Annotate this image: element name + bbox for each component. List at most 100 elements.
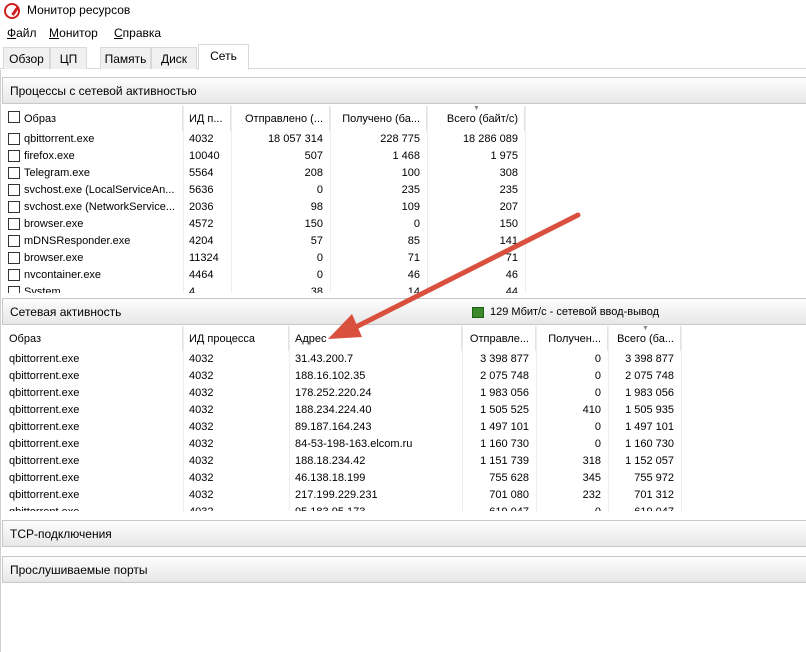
tcp-section-header[interactable]: TCP-подключения — [2, 520, 806, 547]
cell-pid: 4032 — [189, 421, 214, 433]
process-checkbox[interactable] — [8, 150, 20, 162]
processes-section-header[interactable]: Процессы с сетевой активностью — [2, 77, 806, 104]
process-row[interactable]: qbittorrent.exe 4032 18 057 314 228 775 18 2… — [2, 131, 806, 148]
col-received[interactable]: Получен... — [536, 326, 608, 351]
network-io-summary: 129 Мбит/с - сетевой ввод-вывод — [490, 306, 659, 318]
process-checkbox[interactable] — [8, 269, 20, 281]
column-divider — [289, 326, 290, 511]
process-row[interactable]: mDNSResponder.exe 4204 57 85 141 — [2, 233, 806, 250]
network-row[interactable]: qbittorrent.exe 4032 188.18.234.42 1 151 73… — [2, 453, 806, 470]
process-row[interactable]: browser.exe 4572 150 0 150 — [2, 216, 806, 233]
cell-total: 46 — [505, 269, 518, 281]
column-divider — [525, 106, 526, 293]
col-total[interactable]: ▼ Всего (байт/с) — [427, 106, 525, 131]
cell-address: 217.199.229.231 — [295, 489, 378, 501]
network-row[interactable]: qbittorrent.exe 4032 31.43.200.7 3 398 877 0… — [2, 351, 806, 368]
cell-sent: 98 — [310, 201, 323, 213]
cell-sent: 1 151 739 — [480, 455, 529, 467]
col-image[interactable]: Образ — [2, 106, 183, 131]
cell-image: firefox.exe — [24, 150, 75, 162]
network-activity-section-header[interactable]: Сетевая активность 129 Мбит/с - сетевой … — [2, 298, 806, 325]
cell-image: qbittorrent.exe — [9, 353, 80, 365]
process-row[interactable]: svchost.exe (NetworkService... 2036 98 109 2… — [2, 199, 806, 216]
cell-image: qbittorrent.exe — [9, 370, 80, 382]
col-image[interactable]: Образ — [2, 326, 183, 351]
processes-section-title: Процессы с сетевой активностью — [10, 84, 197, 98]
cell-received: 232 — [582, 489, 601, 501]
cell-address: 31.43.200.7 — [295, 353, 354, 365]
network-row[interactable]: qbittorrent.exe 4032 89.187.164.243 1 497 1… — [2, 419, 806, 436]
cell-image: qbittorrent.exe — [9, 472, 80, 484]
network-row[interactable]: qbittorrent.exe 4032 188.16.102.35 2 075 74… — [2, 368, 806, 385]
cell-received: 0 — [413, 218, 420, 230]
process-row[interactable]: svchost.exe (LocalServiceAn... 5636 0 235 23… — [2, 182, 806, 199]
process-checkbox[interactable] — [8, 133, 20, 145]
cell-received: 318 — [582, 455, 601, 467]
tab-cpu[interactable]: ЦП — [50, 47, 87, 69]
network-row[interactable]: qbittorrent.exe 4032 95.183.95.173 619 047 0… — [2, 504, 806, 511]
cell-pid: 2036 — [189, 201, 214, 213]
column-divider — [681, 326, 682, 511]
cell-pid: 4032 — [189, 472, 214, 484]
cell-pid: 4032 — [189, 438, 214, 450]
cell-sent: 0 — [316, 184, 323, 196]
title-bar: Монитор ресурсов — [0, 0, 806, 22]
menu-help[interactable]: Справка — [114, 26, 161, 40]
process-row[interactable]: nvcontainer.exe 4464 0 46 46 — [2, 267, 806, 284]
column-divider — [462, 326, 463, 511]
network-row[interactable]: qbittorrent.exe 4032 84-53-198-163.elcom.r… — [2, 436, 806, 453]
cell-total: 1 497 101 — [625, 421, 674, 433]
cell-image: mDNSResponder.exe — [24, 235, 131, 247]
column-divider — [608, 326, 609, 511]
ports-section-header[interactable]: Прослушиваемые порты — [2, 556, 806, 583]
cell-image: browser.exe — [24, 252, 84, 264]
tab-memory[interactable]: Память — [100, 47, 151, 69]
process-checkbox[interactable] — [8, 235, 20, 247]
sort-descending-icon: ▼ — [642, 326, 649, 332]
col-sent[interactable]: Отправлено (... — [231, 106, 330, 131]
col-pid[interactable]: ИД п... — [183, 106, 231, 131]
col-total[interactable]: ▼ Всего (ба... — [608, 326, 681, 351]
cell-image: svchost.exe (LocalServiceAn... — [24, 184, 175, 196]
cell-received: 85 — [407, 235, 420, 247]
network-row[interactable]: qbittorrent.exe 4032 188.234.224.40 1 505 5… — [2, 402, 806, 419]
process-row[interactable]: browser.exe 11324 0 71 71 — [2, 250, 806, 267]
network-row[interactable]: qbittorrent.exe 4032 178.252.220.24 1 983 0… — [2, 385, 806, 402]
menu-file[interactable]: Файл — [7, 26, 37, 40]
col-address[interactable]: Адрес — [289, 326, 462, 351]
process-row[interactable]: System 4 38 14 44 — [2, 284, 806, 293]
network-row[interactable]: qbittorrent.exe 4032 217.199.229.231 701 08… — [2, 487, 806, 504]
cell-address: 95.183.95.173 — [295, 506, 457, 511]
network-row[interactable]: qbittorrent.exe 4032 46.138.18.199 755 628 3… — [2, 470, 806, 487]
col-received[interactable]: Получено (ба... — [330, 106, 427, 131]
col-process-id[interactable]: ИД процесса — [183, 326, 289, 351]
process-checkbox[interactable] — [8, 184, 20, 196]
process-checkbox[interactable] — [8, 252, 20, 264]
process-row[interactable]: firefox.exe 10040 507 1 468 1 975 — [2, 148, 806, 165]
cell-sent: 1 505 525 — [480, 404, 529, 416]
process-row[interactable]: Telegram.exe 5564 208 100 308 — [2, 165, 806, 182]
tab-network[interactable]: Сеть — [198, 44, 249, 70]
process-checkbox[interactable] — [8, 201, 20, 213]
cell-received: 235 — [401, 184, 420, 196]
tab-overview[interactable]: Обзор — [3, 47, 50, 69]
process-checkbox[interactable] — [8, 286, 20, 293]
process-checkbox[interactable] — [8, 167, 20, 179]
col-sent[interactable]: Отправле... — [462, 326, 536, 351]
cell-pid: 4032 — [189, 455, 214, 467]
cell-pid: 4 — [189, 286, 196, 293]
cell-pid: 4572 — [189, 218, 214, 230]
cell-received: 228 775 — [380, 133, 420, 145]
network-rows: qbittorrent.exe 4032 31.43.200.7 3 398 877 0… — [2, 351, 806, 511]
window-title: Монитор ресурсов — [27, 3, 131, 17]
cell-received: 410 — [582, 404, 601, 416]
cell-sent: 1 497 101 — [480, 421, 529, 433]
tab-disk[interactable]: Диск — [151, 47, 197, 69]
cell-sent: 755 628 — [489, 472, 529, 484]
select-all-checkbox[interactable] — [8, 111, 20, 123]
cell-received: 14 — [407, 286, 420, 293]
menu-monitor[interactable]: Монитор — [49, 26, 98, 40]
cell-total: 141 — [499, 235, 518, 247]
cell-received: 109 — [401, 201, 420, 213]
process-checkbox[interactable] — [8, 218, 20, 230]
